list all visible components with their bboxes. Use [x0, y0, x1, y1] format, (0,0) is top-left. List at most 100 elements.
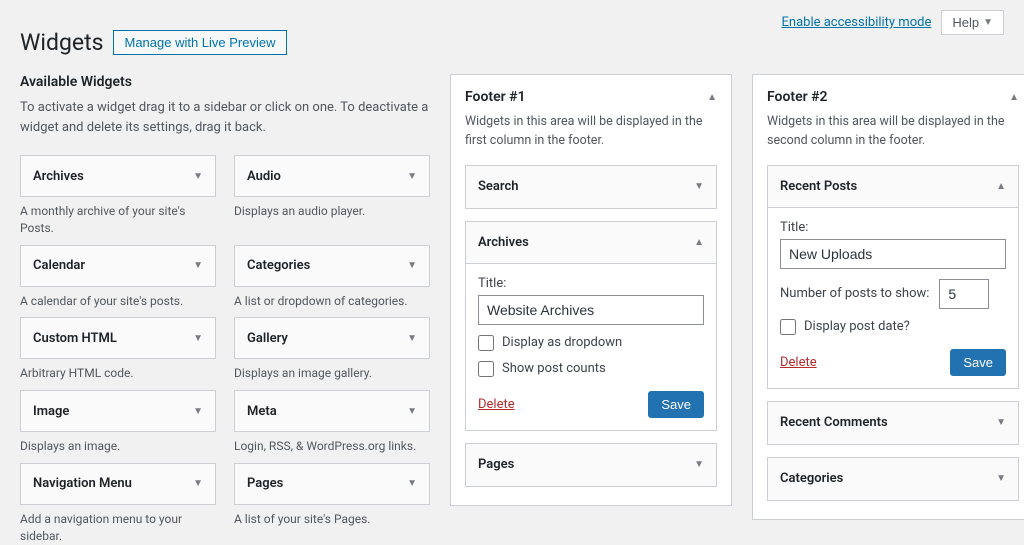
help-button[interactable]: Help ▼: [941, 10, 1004, 35]
available-widget: Calendar ▼ A calendar of your site's posts…: [20, 245, 216, 310]
widget-description: Displays an audio player.: [234, 203, 430, 220]
widget-chip[interactable]: Archives▼: [20, 155, 216, 197]
caret-down-icon: ▼: [193, 171, 203, 182]
placed-widget-label: Pages: [478, 457, 514, 472]
available-widgets-description: To activate a widget drag it to a sideba…: [20, 98, 430, 137]
placed-widget-pages[interactable]: Pages ▼: [465, 443, 717, 487]
widget-description: Arbitrary HTML code.: [20, 365, 216, 382]
caret-up-icon: ▲: [707, 92, 717, 103]
widget-chip[interactable]: Image ▼: [20, 390, 216, 432]
widget-area-title: Footer #1: [465, 89, 526, 105]
caret-down-icon: ▼: [983, 17, 993, 28]
caret-down-icon: ▼: [407, 333, 417, 344]
widget-chip[interactable]: Gallery ▼: [234, 317, 430, 359]
caret-up-icon: ▲: [996, 181, 1006, 192]
placed-widget-label: Recent Posts: [780, 179, 857, 194]
display-dropdown-label: Display as dropdown: [502, 335, 622, 350]
available-widgets-heading: Available Widgets: [20, 74, 430, 90]
widget-chip[interactable]: Calendar ▼: [20, 245, 216, 287]
display-dropdown-checkbox[interactable]: [478, 335, 494, 351]
widget-area-description: Widgets in this area will be displayed i…: [767, 113, 1019, 151]
title-label: Title:: [780, 220, 1006, 235]
widget-area-footer-2: Footer #2 ▲ Widgets in this area will be…: [752, 74, 1024, 520]
caret-down-icon: ▼: [407, 171, 417, 182]
placed-widget-search[interactable]: Search ▼: [465, 165, 717, 209]
caret-down-icon: ▼: [193, 406, 203, 417]
placed-widget-label: Archives: [478, 235, 529, 250]
widget-name: Custom HTML: [33, 331, 117, 346]
widget-area-description: Widgets in this area will be displayed i…: [465, 113, 717, 151]
widget-name: Categories: [247, 258, 310, 273]
placed-widget-label: Search: [478, 179, 519, 194]
widget-name: Meta: [247, 404, 277, 419]
available-widget: Audio ▼ Displays an audio player.: [234, 155, 430, 237]
caret-up-icon: ▲: [1009, 92, 1019, 103]
save-button[interactable]: Save: [648, 391, 704, 418]
caret-down-icon: ▼: [407, 478, 417, 489]
available-widget: Navigation Menu ▼ Add a navigation menu to…: [20, 463, 216, 545]
available-widget: Archives▼ A monthly archive of your site'…: [20, 155, 216, 237]
widget-name: Gallery: [247, 331, 288, 346]
placed-widget-recent-comments[interactable]: Recent Comments ▼: [767, 401, 1019, 445]
caret-down-icon: ▼: [193, 260, 203, 271]
page-title: Widgets: [20, 29, 103, 56]
widget-chip[interactable]: Meta ▼: [234, 390, 430, 432]
widget-name: Navigation Menu: [33, 476, 132, 491]
caret-down-icon: ▼: [193, 333, 203, 344]
widget-description: A calendar of your site's posts.: [20, 293, 216, 310]
widget-chip[interactable]: Navigation Menu ▼: [20, 463, 216, 505]
placed-widget-header[interactable]: Recent Posts ▲: [768, 166, 1018, 208]
available-widget: Pages▼A list of your site's Pages.: [234, 463, 430, 545]
caret-down-icon: ▼: [996, 473, 1006, 484]
available-widget: Custom HTML ▼ Arbitrary HTML code.: [20, 317, 216, 382]
available-widget: Image ▼ Displays an image.: [20, 390, 216, 455]
caret-down-icon: ▼: [407, 260, 417, 271]
accessibility-mode-link[interactable]: Enable accessibility mode: [782, 15, 932, 30]
show-post-counts-checkbox[interactable]: [478, 361, 494, 377]
widget-name: Audio: [247, 169, 281, 184]
widget-description: Displays an image gallery.: [234, 365, 430, 382]
placed-widget-categories[interactable]: Categories ▼: [767, 457, 1019, 501]
widget-description: A monthly archive of your site's Posts.: [20, 203, 216, 237]
caret-up-icon: ▲: [694, 237, 704, 248]
widget-description: A list or dropdown of categories.: [234, 293, 430, 310]
title-input[interactable]: [780, 239, 1006, 269]
number-posts-input[interactable]: [939, 279, 989, 309]
widget-area-title: Footer #2: [767, 89, 828, 105]
widget-description: Displays an image.: [20, 438, 216, 455]
manage-live-preview-button[interactable]: Manage with Live Preview: [113, 30, 286, 55]
caret-down-icon: ▼: [694, 459, 704, 470]
caret-down-icon: ▼: [407, 406, 417, 417]
placed-widget-archives: Archives ▲ Title: Display as dropdown Sh…: [465, 221, 717, 431]
title-input[interactable]: [478, 295, 704, 325]
display-post-date-checkbox[interactable]: [780, 319, 796, 335]
available-widget: Meta ▼ Login, RSS, & WordPress.org links.: [234, 390, 430, 455]
title-label: Title:: [478, 276, 704, 291]
save-button[interactable]: Save: [950, 349, 1006, 376]
show-post-counts-label: Show post counts: [502, 361, 606, 376]
delete-widget-link[interactable]: Delete: [478, 397, 515, 412]
widget-area-footer-1: Footer #1 ▲ Widgets in this area will be…: [450, 74, 732, 506]
placed-widget-label: Categories: [780, 471, 843, 486]
widget-chip[interactable]: Audio ▼: [234, 155, 430, 197]
delete-widget-link[interactable]: Delete: [780, 355, 817, 370]
widget-name: Image: [33, 404, 69, 419]
caret-down-icon: ▼: [996, 417, 1006, 428]
display-post-date-label: Display post date?: [804, 319, 910, 334]
caret-down-icon: ▼: [694, 181, 704, 192]
placed-widget-recent-posts: Recent Posts ▲ Title: Number of posts to…: [767, 165, 1019, 389]
widget-area-header[interactable]: Footer #2 ▲: [767, 89, 1019, 105]
caret-down-icon: ▼: [193, 478, 203, 489]
widget-area-header[interactable]: Footer #1 ▲: [465, 89, 717, 105]
number-posts-label: Number of posts to show:: [780, 286, 929, 301]
widget-description: Login, RSS, & WordPress.org links.: [234, 438, 430, 455]
widget-chip[interactable]: Categories ▼: [234, 245, 430, 287]
widget-chip[interactable]: Pages ▼: [234, 463, 430, 505]
help-label: Help: [952, 15, 979, 30]
widget-chip[interactable]: Custom HTML ▼: [20, 317, 216, 359]
widget-name: Pages: [247, 476, 283, 491]
widget-name: Calendar: [33, 258, 85, 273]
placed-widget-header[interactable]: Archives ▲: [466, 222, 716, 264]
placed-widget-label: Recent Comments: [780, 415, 888, 430]
widget-description: Add a navigation menu to your sidebar.: [20, 511, 216, 545]
